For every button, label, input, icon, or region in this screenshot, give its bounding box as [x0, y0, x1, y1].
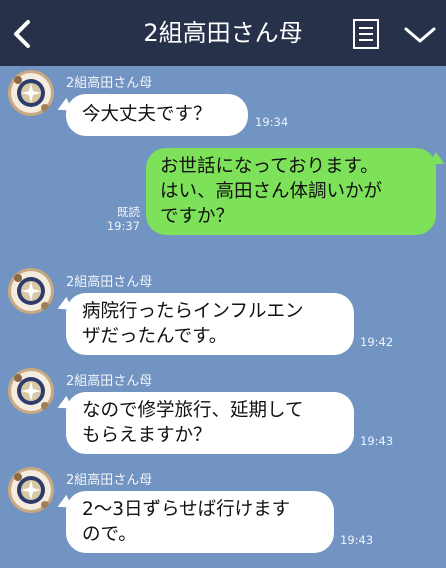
avatar-image [8, 368, 54, 414]
avatar[interactable] [8, 268, 54, 314]
read-label: 既読 [117, 205, 140, 219]
notes-icon [353, 19, 379, 49]
avatar[interactable] [8, 368, 54, 414]
avatar-image [8, 70, 54, 116]
message-text-line: ですか？ [160, 206, 235, 227]
message-bubble[interactable]: 今大丈夫です？ [66, 94, 248, 136]
message-time: 19:42 [360, 335, 394, 349]
read-receipt: 既読 19:37 [104, 205, 140, 233]
message-text: 今大丈夫です？ [82, 104, 212, 125]
message-text-line: なので修学旅行、延期して [82, 400, 304, 421]
avatar-image [8, 268, 54, 314]
message-time: 19:37 [106, 219, 140, 233]
avatar[interactable] [8, 70, 54, 116]
message-text-line: ザだったんです。 [82, 326, 228, 347]
message-text-line: 病院行ったらインフルエン [82, 301, 304, 322]
message-bubble[interactable]: なので修学旅行、延期して もらえますか？ [66, 392, 354, 454]
message-text-line: 2〜3日ずらせば行けます [82, 499, 291, 520]
sender-name: 2組高田さん母 [66, 374, 153, 389]
sender-name: 2組高田さん母 [66, 473, 153, 488]
message-text-line: ので。 [82, 524, 137, 545]
avatar[interactable] [8, 467, 54, 513]
back-button[interactable] [6, 16, 40, 52]
sender-name: 2組高田さん母 [66, 76, 153, 91]
message-time: 19:34 [255, 115, 289, 129]
sender-name: 2組高田さん母 [66, 275, 153, 290]
chat-header: 2組高田さん母 [0, 0, 446, 66]
message-text-line: もらえますか？ [82, 425, 212, 446]
message-time: 19:43 [340, 533, 374, 547]
avatar-image [8, 467, 54, 513]
chevron-left-icon [14, 20, 30, 48]
message-text-line: はい、高田さん体調いかが [160, 181, 383, 202]
message-time: 19:43 [360, 434, 394, 448]
message-text-line: お世話になっております。 [160, 156, 379, 177]
chevron-down-icon [404, 27, 436, 43]
notes-button[interactable] [352, 18, 380, 50]
dropdown-button[interactable] [402, 24, 438, 46]
message-bubble[interactable]: 病院行ったらインフルエン ザだったんです。 [66, 293, 354, 355]
message-bubble[interactable]: 2〜3日ずらせば行けます ので。 [66, 491, 334, 553]
message-bubble-outgoing[interactable]: お世話になっております。 はい、高田さん体調いかが ですか？ [146, 148, 436, 235]
